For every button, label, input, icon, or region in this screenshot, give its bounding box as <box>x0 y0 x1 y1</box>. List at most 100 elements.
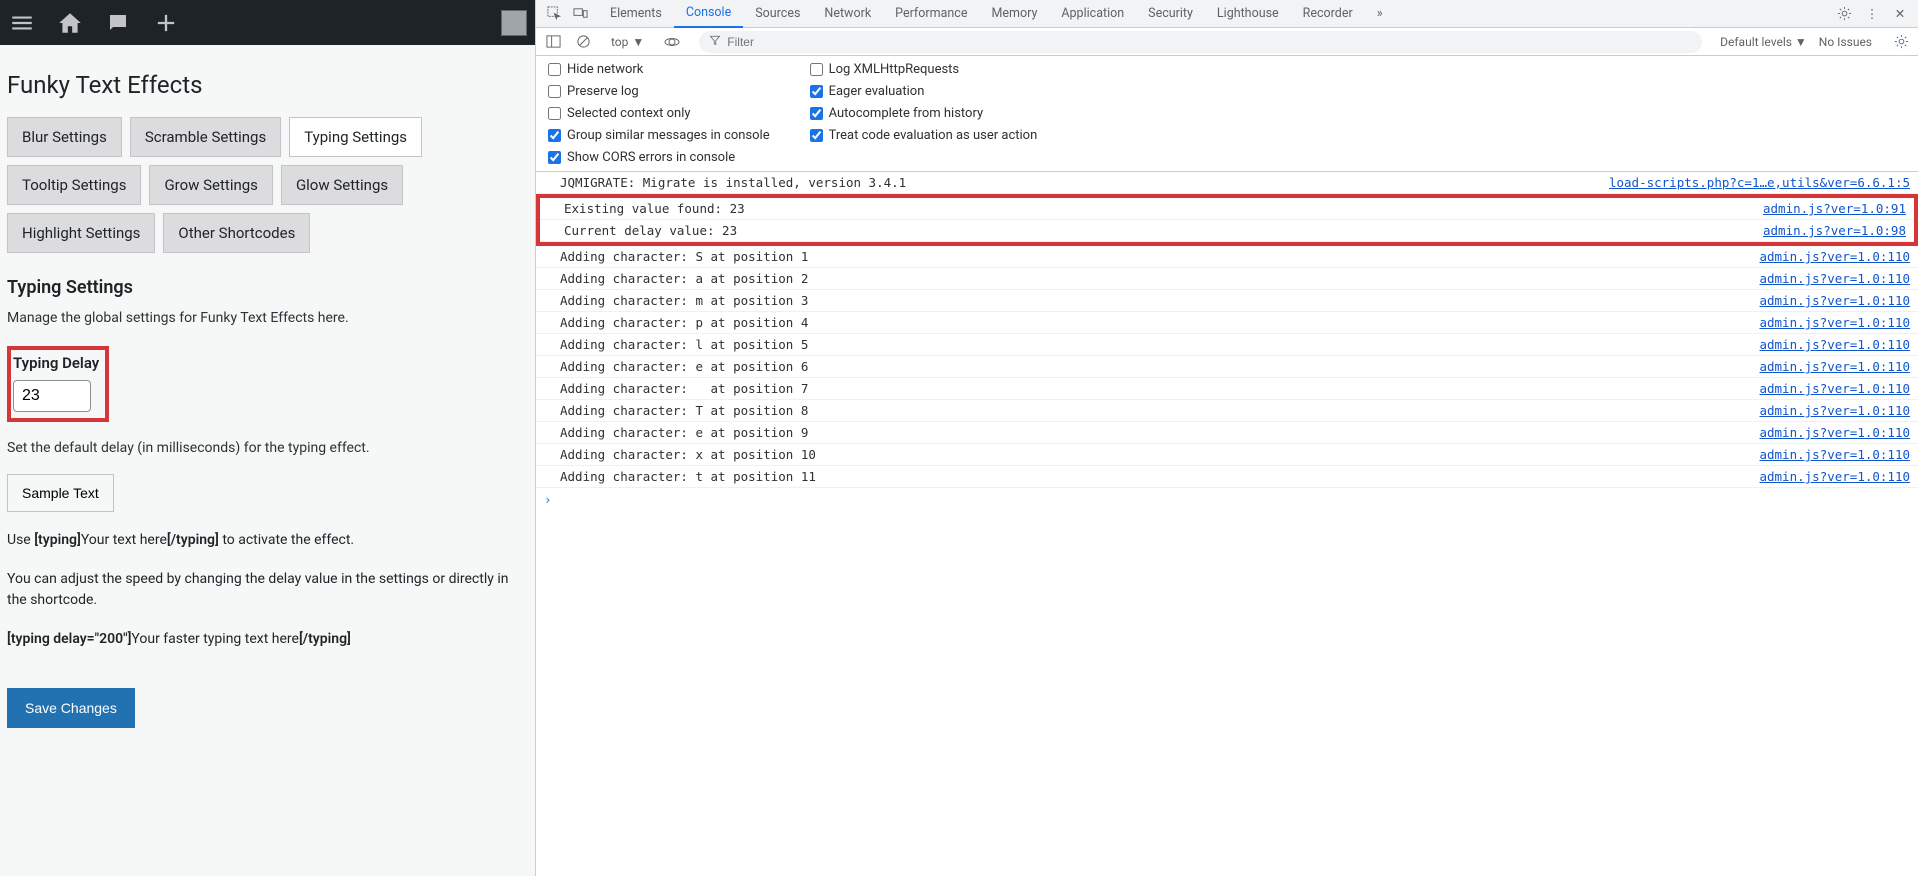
settings-tab[interactable]: Scramble Settings <box>130 117 281 157</box>
log-row: Adding character: at position 7admin.js?… <box>536 378 1918 400</box>
log-source-link[interactable]: admin.js?ver=1.0:110 <box>1759 337 1910 352</box>
settings-tab[interactable]: Grow Settings <box>149 165 272 205</box>
devtools-tab[interactable]: Security <box>1136 0 1205 28</box>
menu-icon[interactable] <box>8 9 36 37</box>
devtools-tab[interactable]: Lighthouse <box>1205 0 1291 28</box>
log-source-link[interactable]: admin.js?ver=1.0:98 <box>1763 223 1906 238</box>
log-source-link[interactable]: load-scripts.php?c=1…e,utils&ver=6.6.1:5 <box>1609 175 1910 190</box>
console-setting[interactable]: Preserve log <box>548 84 770 99</box>
log-source-link[interactable]: admin.js?ver=1.0:110 <box>1759 403 1910 418</box>
console-setting[interactable]: Log XMLHttpRequests <box>810 62 1038 77</box>
console-setting-label: Group similar messages in console <box>567 128 770 143</box>
devtools-tab[interactable]: Console <box>674 0 743 28</box>
kebab-icon[interactable]: ⋮ <box>1864 6 1880 22</box>
usage-mid: Your text here <box>81 532 167 548</box>
example-open-tag: [typing delay="200"] <box>7 631 131 647</box>
sidebar-toggle-icon[interactable] <box>544 33 562 51</box>
devtools-tab[interactable]: Sources <box>743 0 812 28</box>
usage-line: Use [typing]Your text here[/typing] to a… <box>7 530 529 551</box>
console-setting-checkbox[interactable] <box>810 107 823 120</box>
console-setting-checkbox[interactable] <box>548 85 561 98</box>
gear-icon[interactable] <box>1836 6 1852 22</box>
console-setting-label: Hide network <box>567 62 643 77</box>
issues-indicator[interactable]: No Issues <box>1819 35 1880 49</box>
log-source-link[interactable]: admin.js?ver=1.0:91 <box>1763 201 1906 216</box>
typing-delay-input[interactable] <box>13 380 91 412</box>
console-setting[interactable]: Treat code evaluation as user action <box>810 128 1038 143</box>
console-setting-checkbox[interactable] <box>548 63 561 76</box>
devtools-tab[interactable]: Memory <box>979 0 1049 28</box>
console-setting-label: Treat code evaluation as user action <box>829 128 1038 143</box>
log-source-link[interactable]: admin.js?ver=1.0:110 <box>1759 293 1910 308</box>
log-source-link[interactable]: admin.js?ver=1.0:110 <box>1759 359 1910 374</box>
context-selector[interactable]: top ▼ <box>604 32 651 52</box>
close-icon[interactable]: ✕ <box>1892 6 1908 22</box>
typing-delay-field: Typing Delay <box>7 346 109 422</box>
log-message: Adding character: e at position 9 <box>560 425 1759 440</box>
log-source-link[interactable]: admin.js?ver=1.0:110 <box>1759 315 1910 330</box>
usage-prefix: Use <box>7 532 34 548</box>
devtools-tab[interactable]: Performance <box>883 0 979 28</box>
log-source-link[interactable]: admin.js?ver=1.0:110 <box>1759 469 1910 484</box>
console-setting-checkbox[interactable] <box>810 63 823 76</box>
console-setting-label: Selected context only <box>567 106 691 121</box>
log-source-link[interactable]: admin.js?ver=1.0:110 <box>1759 447 1910 462</box>
settings-tab[interactable]: Other Shortcodes <box>163 213 310 253</box>
page-title: Funky Text Effects <box>7 71 529 99</box>
console-setting-checkbox[interactable] <box>810 85 823 98</box>
console-setting[interactable]: Hide network <box>548 62 770 77</box>
more-tabs-icon[interactable]: » <box>1365 0 1395 28</box>
devtools-tab[interactable]: Network <box>812 0 883 28</box>
console-setting[interactable]: Show CORS errors in console <box>548 150 770 165</box>
log-levels-selector[interactable]: Default levels ▼ <box>1720 35 1807 49</box>
console-setting[interactable]: Autocomplete from history <box>810 106 1038 121</box>
console-setting-checkbox[interactable] <box>810 129 823 142</box>
console-settings-icon[interactable] <box>1892 33 1910 51</box>
log-source-link[interactable]: admin.js?ver=1.0:110 <box>1759 381 1910 396</box>
console-setting[interactable]: Selected context only <box>548 106 770 121</box>
log-source-link[interactable]: admin.js?ver=1.0:110 <box>1759 425 1910 440</box>
settings-tab[interactable]: Glow Settings <box>281 165 403 205</box>
settings-tab[interactable]: Typing Settings <box>289 117 422 157</box>
live-expression-icon[interactable] <box>663 33 681 51</box>
console-prompt[interactable]: › <box>536 488 1918 511</box>
filter-input[interactable] <box>727 35 1692 49</box>
log-source-link[interactable]: admin.js?ver=1.0:110 <box>1759 271 1910 286</box>
log-message: Adding character: e at position 6 <box>560 359 1759 374</box>
usage-suffix: to activate the effect. <box>219 532 354 548</box>
comment-icon[interactable] <box>104 9 132 37</box>
settings-tab[interactable]: Blur Settings <box>7 117 122 157</box>
admin-content: Funky Text Effects Blur SettingsScramble… <box>0 45 535 740</box>
sample-text-button[interactable]: Sample Text <box>7 474 114 512</box>
clear-console-icon[interactable] <box>574 33 592 51</box>
usage-close-tag: [/typing] <box>167 532 219 548</box>
filter-wrap <box>699 31 1702 53</box>
log-message: Adding character: a at position 2 <box>560 271 1759 286</box>
devtools-tab[interactable]: Application <box>1049 0 1136 28</box>
add-icon[interactable] <box>152 9 180 37</box>
save-button[interactable]: Save Changes <box>7 688 135 728</box>
log-message: Adding character: x at position 10 <box>560 447 1759 462</box>
settings-tab[interactable]: Tooltip Settings <box>7 165 141 205</box>
console-setting-checkbox[interactable] <box>548 107 561 120</box>
console-setting[interactable]: Eager evaluation <box>810 84 1038 99</box>
console-setting-label: Autocomplete from history <box>829 106 984 121</box>
device-icon[interactable] <box>572 6 588 22</box>
console-setting[interactable]: Group similar messages in console <box>548 128 770 143</box>
section-description: Manage the global settings for Funky Tex… <box>7 310 529 326</box>
inspect-icon[interactable] <box>546 6 562 22</box>
settings-tab[interactable]: Highlight Settings <box>7 213 155 253</box>
devtools-tab[interactable]: Elements <box>598 0 674 28</box>
home-icon[interactable] <box>56 9 84 37</box>
log-levels-label: Default levels <box>1720 35 1792 49</box>
console-setting-checkbox[interactable] <box>548 129 561 142</box>
log-source-link[interactable]: admin.js?ver=1.0:110 <box>1759 249 1910 264</box>
example-line: [typing delay="200"]Your faster typing t… <box>7 629 529 650</box>
log-row: JQMIGRATE: Migrate is installed, version… <box>536 172 1918 194</box>
devtools-tab[interactable]: Recorder <box>1291 0 1365 28</box>
example-mid: Your faster typing text here <box>131 631 299 647</box>
avatar[interactable] <box>501 10 527 36</box>
filter-icon <box>709 34 721 49</box>
console-setting-checkbox[interactable] <box>548 151 561 164</box>
log-message: Adding character: S at position 1 <box>560 249 1759 264</box>
